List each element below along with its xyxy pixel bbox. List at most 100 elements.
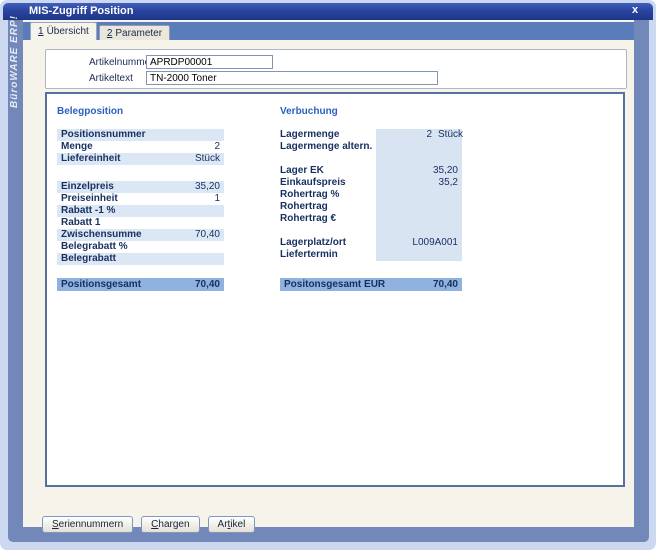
row-label: Liefereinheit: [61, 153, 195, 165]
row-value: [380, 249, 458, 261]
row-label: Einkaufspreis: [280, 177, 376, 189]
row-spacer: [57, 165, 224, 181]
row-value-box: 35,20: [376, 165, 462, 177]
tab-label: Parameter: [115, 28, 162, 39]
table-row: Rohertrag %: [280, 189, 462, 201]
table-row: Positonsgesamt EUR70,40: [280, 278, 462, 291]
table-row: Lagerplatz/ort L009A001: [280, 237, 462, 249]
row-value-box: [376, 141, 462, 153]
row-label: Liefertermin: [280, 249, 376, 261]
client-area: 1Übersicht 2Parameter Artikelnummer Arti…: [23, 20, 634, 527]
row-value-box: [376, 153, 462, 165]
tab-parameter[interactable]: 2Parameter: [99, 25, 170, 40]
row-label: [280, 225, 376, 237]
row-value: 70,40: [195, 278, 220, 291]
row-spacer: [280, 261, 462, 278]
row-label: [280, 153, 376, 165]
table-row: Lagermenge2Stück: [280, 129, 462, 141]
row-value: [380, 153, 458, 165]
tab-hotkey: 2: [107, 28, 113, 39]
window-title: MIS-Zugriff Position: [29, 5, 133, 17]
row-value-box: L009A001: [376, 237, 462, 249]
row-value: [380, 201, 458, 213]
row-label: Positionsnummer: [61, 129, 220, 141]
table-row: Rabatt -1 %: [57, 205, 224, 217]
verbuchung-column: Verbuchung Lagermenge2StückLagermenge al…: [280, 106, 462, 291]
table-row: Positionsgesamt70,40: [57, 278, 224, 291]
row-value: [380, 213, 458, 225]
table-row: Lager EK35,20: [280, 165, 462, 177]
row-label: Belegrabatt %: [61, 241, 220, 253]
row-label: Positonsgesamt EUR: [284, 278, 433, 291]
artikelnummer-label: Artikelnummer: [89, 57, 146, 68]
detail-panel: Belegposition PositionsnummerMenge2Liefe…: [45, 92, 625, 487]
button-text: hargen: [158, 519, 189, 530]
seriennummern-button[interactable]: Seriennummern: [42, 516, 133, 533]
row-value: 35,20: [380, 165, 458, 177]
article-groupbox: Artikelnummer Artikeltext: [45, 49, 627, 89]
artikeltext-label: Artikeltext: [89, 73, 146, 84]
table-row: Menge2: [57, 141, 224, 153]
row-label: Lagerplatz/ort: [280, 237, 376, 249]
row-value: 35,20: [195, 181, 220, 193]
table-row: Rohertrag €: [280, 213, 462, 225]
row-label: Belegrabatt: [61, 253, 220, 265]
button-text: ikel: [230, 519, 245, 530]
artikel-button[interactable]: Artikel: [208, 516, 256, 533]
row-value: L009A001: [380, 237, 458, 249]
artikelnummer-input[interactable]: [146, 55, 273, 69]
tab-strip: 1Übersicht 2Parameter: [23, 22, 634, 40]
row-value: [380, 189, 458, 201]
table-row: Einzelpreis35,20: [57, 181, 224, 193]
close-icon[interactable]: x: [627, 3, 643, 19]
belegposition-header: Belegposition: [57, 106, 224, 117]
row-label: Rabatt 1: [61, 217, 220, 229]
row-label: Einzelpreis: [61, 181, 195, 193]
table-row: Belegrabatt %: [57, 241, 224, 253]
row-value: 70,40: [195, 229, 220, 241]
row-value-box: 35,2: [376, 177, 462, 189]
row-spacer: [57, 265, 224, 278]
button-bar: Seriennummern Chargen Artikel: [42, 516, 255, 533]
tab-hotkey: 1: [38, 26, 44, 37]
row-label: Zwischensumme: [61, 229, 195, 241]
row-value: 1: [214, 193, 220, 205]
row-value-box: 2Stück: [376, 129, 462, 141]
belegposition-rows: PositionsnummerMenge2LiefereinheitStück E…: [57, 129, 224, 291]
button-text: Ar: [218, 519, 228, 530]
table-row: Rohertrag: [280, 201, 462, 213]
row-label: Rohertrag €: [280, 213, 376, 225]
table-row: LiefereinheitStück: [57, 153, 224, 165]
artikeltext-input[interactable]: [146, 71, 438, 85]
row-label: Lagermenge: [280, 129, 376, 141]
row-value-box: [376, 225, 462, 237]
row-value: 35,2: [380, 177, 458, 189]
row-value: [380, 141, 458, 153]
brand-label: BüroWARE ERP!: [9, 15, 20, 108]
table-row: Rabatt 1: [57, 217, 224, 229]
app-window: MIS-Zugriff Position x BüroWARE ERP! 1Üb…: [0, 0, 656, 550]
row-value: Stück: [195, 153, 220, 165]
belegposition-column: Belegposition PositionsnummerMenge2Liefe…: [57, 106, 224, 291]
button-hotkey: S: [52, 519, 59, 530]
row-value: [380, 225, 458, 237]
row-value: 70,40: [433, 278, 458, 291]
row-label: Preiseinheit: [61, 193, 214, 205]
row-value-box: [376, 201, 462, 213]
artikeltext-row: Artikeltext: [89, 71, 438, 85]
row-label: Positionsgesamt: [61, 278, 195, 291]
tab-uebersicht[interactable]: 1Übersicht: [30, 22, 97, 40]
table-row: [280, 153, 462, 165]
row-label: Rohertrag %: [280, 189, 376, 201]
table-row: Preiseinheit1: [57, 193, 224, 205]
table-row: [280, 225, 462, 237]
table-row: Positionsnummer: [57, 129, 224, 141]
chargen-button[interactable]: Chargen: [141, 516, 199, 533]
row-label: Lagermenge altern.: [280, 141, 376, 153]
row-label: Rohertrag: [280, 201, 376, 213]
table-row: Liefertermin: [280, 249, 462, 261]
tab-label: Übersicht: [47, 26, 89, 37]
row-value: 2: [214, 141, 220, 153]
table-row: Einkaufspreis 35,2: [280, 177, 462, 189]
artikelnummer-row: Artikelnummer: [89, 55, 273, 69]
